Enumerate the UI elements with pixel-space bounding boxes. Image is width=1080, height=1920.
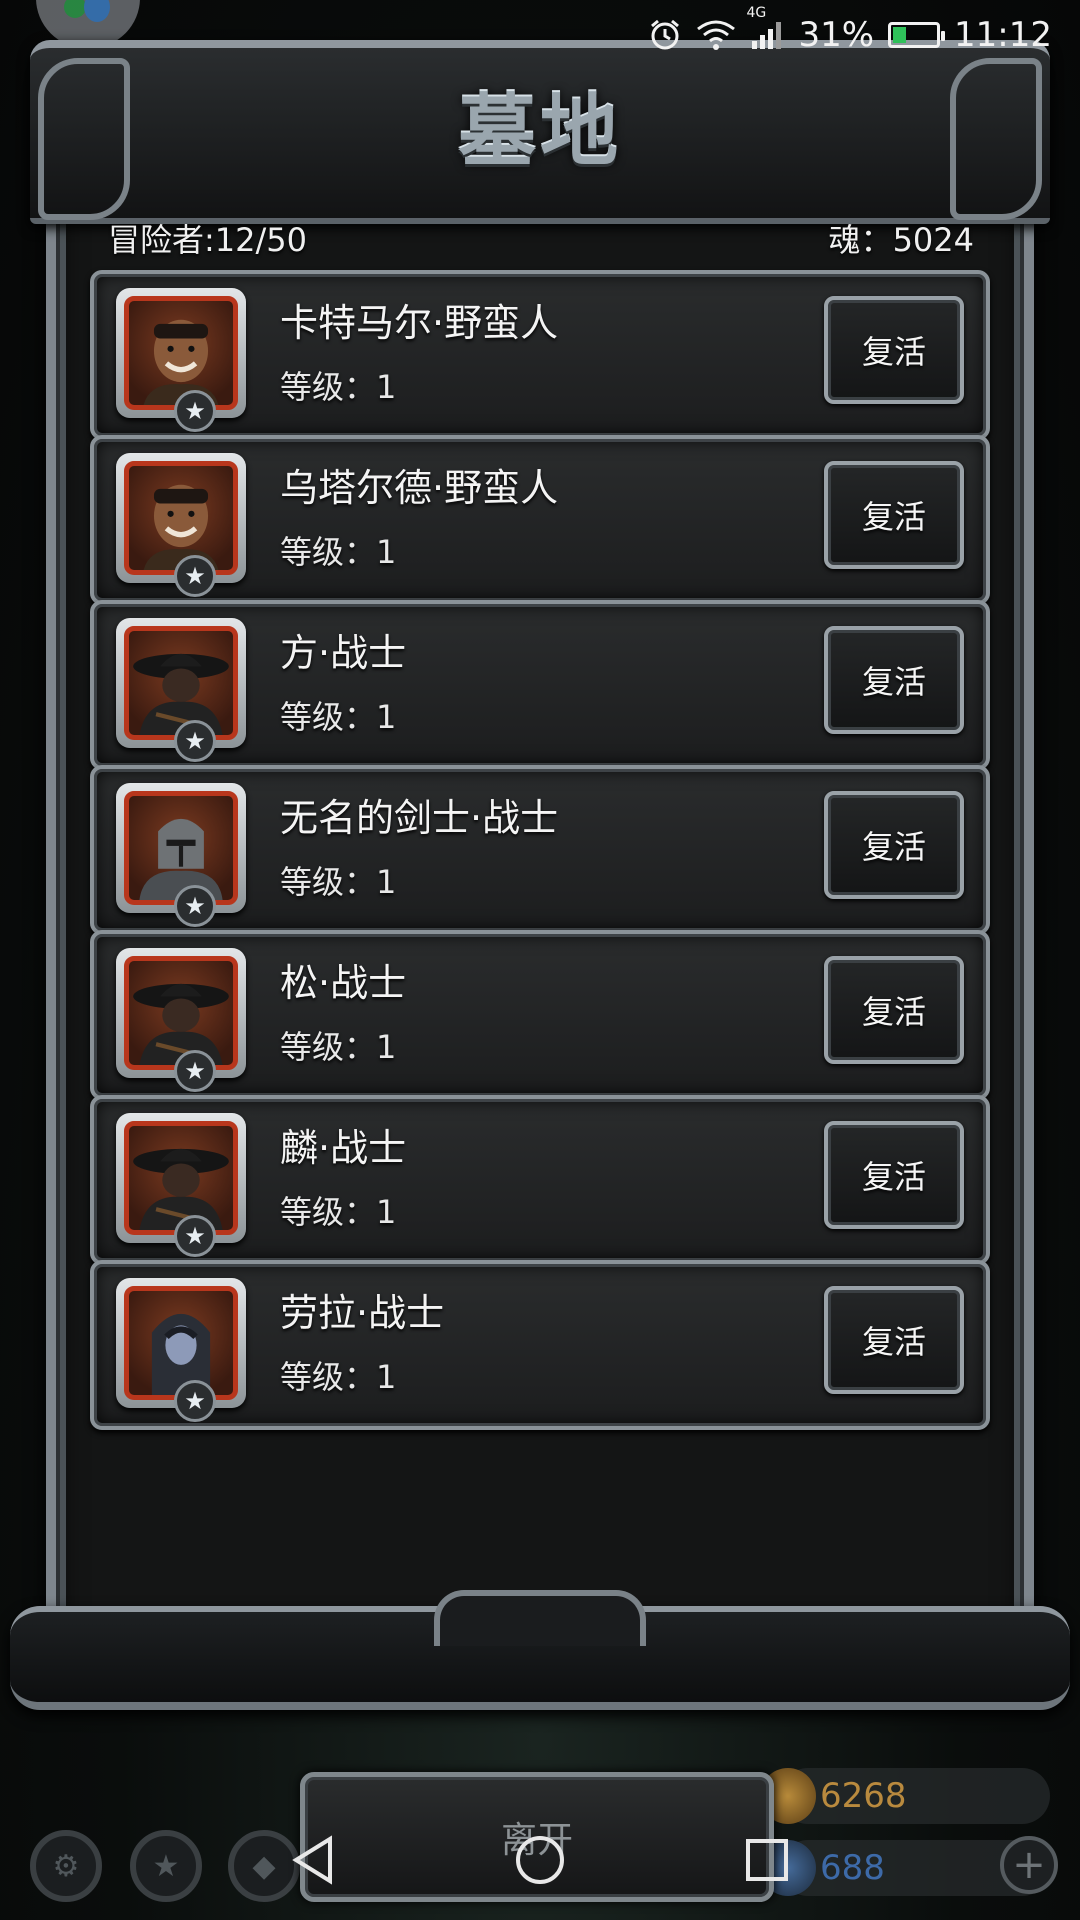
soul-count-label: 魂： [828, 221, 893, 259]
list-item: ★ 乌塔尔德·野蛮人 等级：1 复活 [90, 435, 990, 605]
revive-button[interactable]: 复活 [824, 1121, 964, 1229]
hero-level: 等级：1 [280, 1358, 397, 1396]
status-bar: 4G 31% 11:12 [0, 0, 1080, 70]
list-item: ★ 方·战士 等级：1 复活 [90, 600, 990, 770]
hero-portrait: ★ [116, 288, 246, 432]
recents-icon[interactable] [737, 1830, 797, 1890]
home-icon[interactable] [510, 1830, 570, 1890]
star-icon: ★ [174, 720, 216, 762]
hero-name: 劳拉·战士 [280, 1291, 445, 1335]
list-item: ★ 麟·战士 等级：1 复活 [90, 1095, 990, 1265]
battery-icon [888, 22, 946, 48]
hero-level: 等级：1 [280, 863, 397, 901]
hero-portrait: ★ [116, 1278, 246, 1422]
hero-level: 等级：1 [280, 1028, 397, 1066]
revive-button[interactable]: 复活 [824, 791, 964, 899]
list-item: ★ 无名的剑士·战士 等级：1 复活 [90, 765, 990, 935]
hero-level: 等级：1 [280, 698, 397, 736]
summary-bar: 冒险者:12/50 魂：5024 [108, 210, 974, 266]
soul-count: 魂：5024 [829, 215, 974, 261]
adventurer-count-value: 12/50 [214, 221, 308, 259]
revive-button[interactable]: 复活 [824, 296, 964, 404]
panel-footer-ornament [10, 1590, 1070, 1710]
hero-level: 等级：1 [280, 368, 397, 406]
barbarian-portrait-icon [124, 461, 238, 575]
hero-level: 等级：1 [280, 1193, 397, 1231]
network-type: 4G [746, 5, 767, 21]
star-icon: ★ [174, 1215, 216, 1257]
hero-portrait: ★ [116, 783, 246, 927]
hero-name: 无名的剑士·战士 [280, 796, 559, 840]
hat-warrior-portrait-icon [124, 956, 238, 1070]
helmet-knight-portrait-icon [124, 791, 238, 905]
signal-icon: 4G [746, 5, 784, 51]
star-icon: ★ [174, 885, 216, 927]
adventurer-count: 冒险者:12/50 [108, 215, 307, 261]
list-item: ★ 卡特马尔·野蛮人 等级：1 复活 [90, 270, 990, 440]
hero-name: 松·战士 [280, 961, 407, 1005]
hero-portrait: ★ [116, 948, 246, 1092]
hero-name: 方·战士 [280, 631, 407, 675]
system-nav-bar [0, 1800, 1080, 1920]
page-title: 墓地 [457, 86, 622, 177]
revive-button[interactable]: 复活 [824, 956, 964, 1064]
hero-portrait: ★ [116, 618, 246, 762]
alarm-icon [648, 18, 682, 52]
revive-button[interactable]: 复活 [824, 461, 964, 569]
barbarian-portrait-icon [124, 296, 238, 410]
back-icon[interactable] [283, 1830, 343, 1890]
hero-name: 卡特马尔·野蛮人 [280, 301, 559, 345]
soul-count-value: 5024 [892, 221, 974, 259]
hero-portrait: ★ [116, 1113, 246, 1257]
revive-button[interactable]: 复活 [824, 1286, 964, 1394]
battery-percent: 31% [798, 15, 875, 55]
hat-warrior-portrait-icon [124, 626, 238, 740]
clock: 11:12 [954, 15, 1052, 55]
hooded-woman-portrait-icon [124, 1286, 238, 1400]
hero-name: 乌塔尔德·野蛮人 [280, 466, 559, 510]
list-item: ★ 劳拉·战士 等级：1 复活 [90, 1260, 990, 1430]
star-icon: ★ [174, 1380, 216, 1422]
hero-portrait: ★ [116, 453, 246, 597]
hero-level: 等级：1 [280, 533, 397, 571]
hero-name: 麟·战士 [280, 1126, 407, 1170]
screen: 4G 31% 11:12 ⚙ ★ ◆ 6268 688 + 墓地 冒险者:12/… [0, 0, 1080, 1920]
star-icon: ★ [174, 390, 216, 432]
star-icon: ★ [174, 555, 216, 597]
adventurer-count-label: 冒险者: [108, 221, 215, 259]
star-icon: ★ [174, 1050, 216, 1092]
wifi-icon [696, 19, 736, 51]
revive-button[interactable]: 复活 [824, 626, 964, 734]
list-item: ★ 松·战士 等级：1 复活 [90, 930, 990, 1100]
hat-warrior-portrait-icon [124, 1121, 238, 1235]
